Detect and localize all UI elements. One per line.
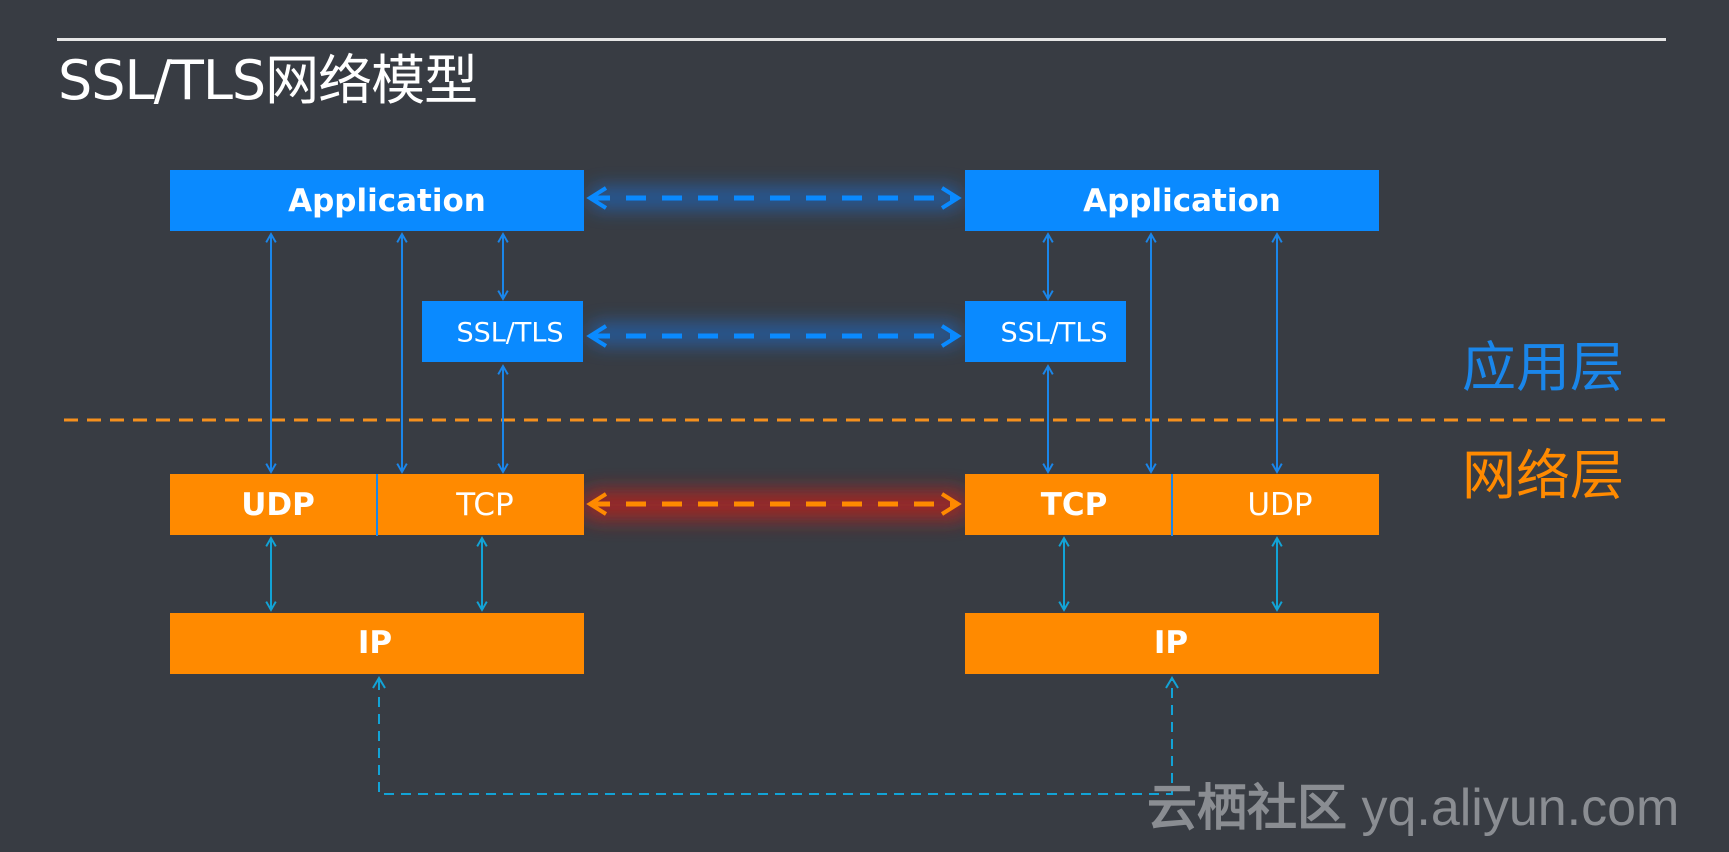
application-layer-label: 应用层 <box>1462 336 1624 399</box>
ip-link-right-arrowhead <box>1165 676 1179 689</box>
right-application-label: Application <box>1083 183 1281 219</box>
ip-physical-link <box>378 680 1173 795</box>
watermark: 云栖社区 yq.aliyun.com <box>1147 778 1679 838</box>
left-tcp-label: TCP <box>455 487 513 523</box>
left-application-label: Application <box>288 183 486 219</box>
right-ssl-tls-label: SSL/TLS <box>1000 318 1107 349</box>
network-layer-label: 网络层 <box>1462 444 1624 507</box>
peer-link-glows <box>580 186 970 520</box>
left-ssl-tls-label: SSL/TLS <box>456 318 563 349</box>
watermark-cn: 云栖社区 <box>1147 779 1347 837</box>
right-stack: Application SSL/TLS TCP UDP IP <box>965 170 1379 674</box>
left-vertical-links <box>265 232 509 612</box>
right-ip-label: IP <box>1154 625 1188 661</box>
network-model-diagram: Application SSL/TLS UDP TCP IP Applicati… <box>64 170 1672 795</box>
right-tcp-label: TCP <box>1041 487 1108 523</box>
left-ip-label: IP <box>358 625 392 661</box>
right-vertical-links <box>1042 232 1283 612</box>
right-udp-label: UDP <box>1247 487 1312 523</box>
left-stack: Application SSL/TLS UDP TCP IP <box>170 170 584 674</box>
watermark-url: yq.aliyun.com <box>1361 779 1680 837</box>
left-udp-label: UDP <box>241 487 315 523</box>
